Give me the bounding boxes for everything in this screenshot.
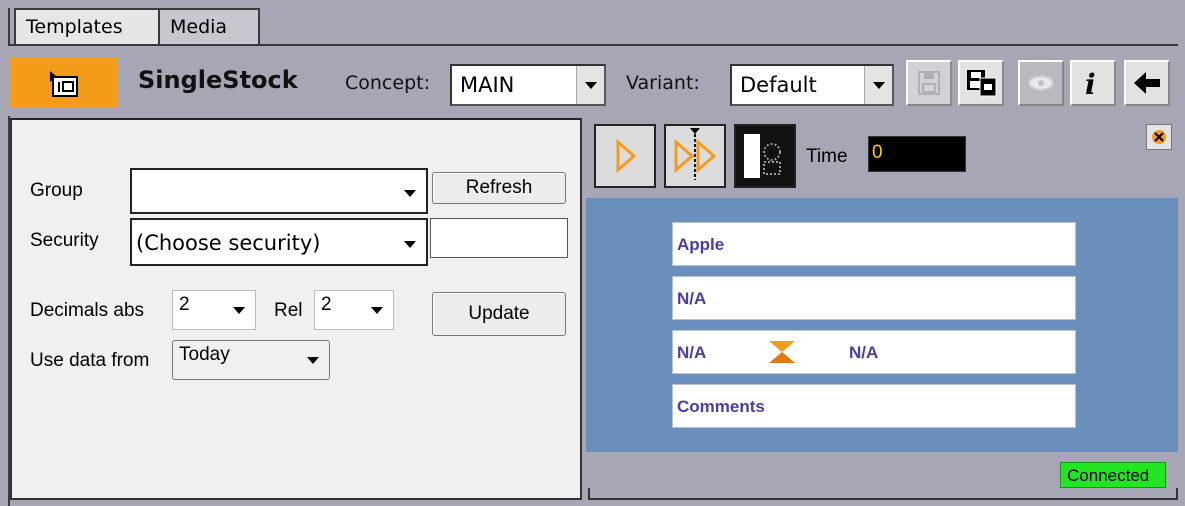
eye-icon (1028, 75, 1054, 91)
preview-toggle-button[interactable] (1018, 60, 1064, 106)
variant-value: Default (740, 73, 817, 97)
preview-line3-left-text: N/A (677, 343, 707, 362)
refresh-button[interactable]: Refresh (432, 172, 566, 204)
tab-templates[interactable]: Templates (14, 8, 160, 46)
variant-label: Variant: (626, 72, 700, 94)
update-button[interactable]: Update (432, 292, 566, 336)
back-arrow-icon (1134, 72, 1160, 94)
chevron-down-icon (307, 357, 319, 364)
close-preview-button[interactable] (1146, 124, 1172, 150)
save-as-button[interactable] (958, 60, 1004, 106)
back-button[interactable] (1124, 60, 1170, 106)
preview-name-text: Apple (677, 235, 725, 254)
info-button[interactable]: i (1070, 60, 1116, 106)
variant-select[interactable]: Default (730, 64, 894, 106)
decimals-abs-select[interactable]: 2 (172, 290, 256, 330)
save-button[interactable] (906, 60, 952, 106)
continue-button[interactable] (664, 124, 726, 188)
chevron-down-icon (404, 190, 416, 197)
preview-card-line3: N/A N/A (672, 330, 1076, 374)
play-button[interactable] (594, 124, 656, 188)
svg-text:i: i (1085, 68, 1096, 101)
template-list-icon (50, 71, 78, 97)
security-value: (Choose security) (136, 231, 321, 255)
security-label: Security (30, 230, 99, 251)
use-data-from-label: Use data from (30, 350, 150, 371)
chevron-down-icon (371, 307, 383, 314)
decimals-abs-value: 2 (179, 294, 190, 315)
tab-templates-label: Templates (26, 16, 123, 38)
rel-label: Rel (274, 300, 303, 321)
chevron-down-icon (233, 307, 245, 314)
preview-comments-text: Comments (677, 397, 765, 416)
group-select[interactable] (130, 168, 428, 214)
time-value: 0 (872, 142, 883, 163)
tab-media[interactable]: Media (160, 8, 260, 46)
time-display: 0 (868, 136, 966, 172)
decimals-abs-label: Decimals abs (30, 300, 145, 321)
save-disabled-icon (918, 71, 940, 95)
use-data-from-value: Today (179, 344, 230, 365)
rel-select[interactable]: 2 (314, 290, 394, 330)
connection-status-text: Connected (1067, 466, 1150, 485)
save-as-icon (967, 70, 997, 97)
preview-line2-text: N/A (677, 289, 707, 308)
security-code-input[interactable] (430, 218, 568, 258)
hourglass-icon (769, 341, 795, 363)
security-select[interactable]: (Choose security) (130, 218, 428, 266)
info-icon: i (1085, 68, 1096, 101)
template-name: SingleStock (138, 66, 298, 94)
continue-icon (674, 128, 717, 180)
preview-card-line2: N/A (672, 276, 1076, 320)
time-label: Time (806, 146, 848, 167)
concept-select[interactable]: MAIN (450, 64, 606, 106)
take-out-icon (744, 134, 786, 178)
rel-value: 2 (321, 294, 332, 315)
status-bar-baseline (590, 498, 1178, 500)
group-label: Group (30, 180, 83, 201)
connection-status-badge: Connected (1060, 462, 1166, 488)
use-data-from-select[interactable]: Today (172, 340, 330, 380)
chevron-down-icon (864, 66, 892, 104)
concept-label: Concept: (345, 72, 430, 94)
chevron-down-icon (576, 66, 604, 104)
preview-card-comments: Comments (672, 384, 1076, 428)
preview-line3-right-text: N/A (849, 343, 879, 362)
play-icon (616, 138, 637, 174)
take-out-button[interactable] (734, 124, 796, 188)
concept-value: MAIN (460, 73, 515, 97)
close-icon (1152, 130, 1166, 144)
control-form-panel: Group Refresh Security (Choose security)… (10, 118, 582, 500)
chevron-down-icon (404, 241, 416, 248)
preview-card-name: Apple (672, 222, 1076, 266)
template-browser-button[interactable] (10, 58, 118, 108)
tab-media-label: Media (170, 16, 228, 38)
